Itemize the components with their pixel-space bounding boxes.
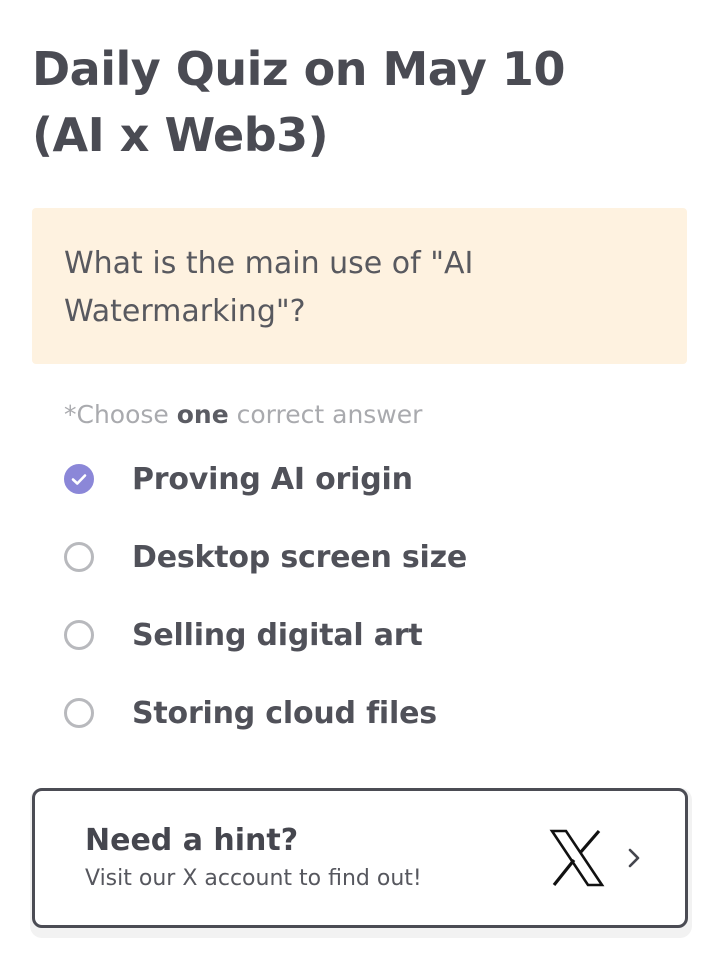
instructions-emphasis: one: [176, 400, 229, 429]
hint-subtitle: Visit our X account to find out!: [85, 866, 422, 891]
hint-title: Need a hint?: [85, 823, 299, 858]
hint-card-link[interactable]: Need a hint? Visit our X account to find…: [32, 788, 688, 928]
question-text: What is the main use of "AI Watermarking…: [64, 246, 474, 329]
radio-unchecked-icon[interactable]: [64, 620, 94, 650]
answer-instructions: *Choose one correct answer: [64, 400, 687, 430]
answer-option-2[interactable]: Desktop screen size: [64, 518, 687, 596]
answer-option-label[interactable]: Proving AI origin: [132, 462, 413, 497]
instructions-prefix: *Choose: [64, 400, 177, 429]
quiz-title: Daily Quiz on May 10 (AI x Web3): [32, 42, 565, 162]
radio-unchecked-icon[interactable]: [64, 698, 94, 728]
chevron-right-icon: [628, 848, 640, 868]
answer-option-label[interactable]: Selling digital art: [132, 618, 423, 653]
answer-option-label[interactable]: Storing cloud files: [132, 696, 437, 731]
hint-text: Need a hint? Visit our X account to find…: [85, 821, 549, 895]
instructions-suffix: correct answer: [228, 400, 423, 429]
radio-unchecked-icon[interactable]: [64, 542, 94, 572]
answer-option-3[interactable]: Selling digital art: [64, 596, 687, 674]
answer-options: Proving AI origin Desktop screen size Se…: [64, 440, 687, 752]
answer-option-4[interactable]: Storing cloud files: [64, 674, 687, 752]
radio-checked-icon[interactable]: [64, 464, 94, 494]
answer-option-1[interactable]: Proving AI origin: [64, 440, 687, 518]
question-box: What is the main use of "AI Watermarking…: [32, 208, 687, 364]
answer-option-label[interactable]: Desktop screen size: [132, 540, 467, 575]
quiz-page: Daily Quiz on May 10 (AI x Web3) What is…: [0, 0, 719, 955]
x-logo-icon: [549, 829, 605, 887]
